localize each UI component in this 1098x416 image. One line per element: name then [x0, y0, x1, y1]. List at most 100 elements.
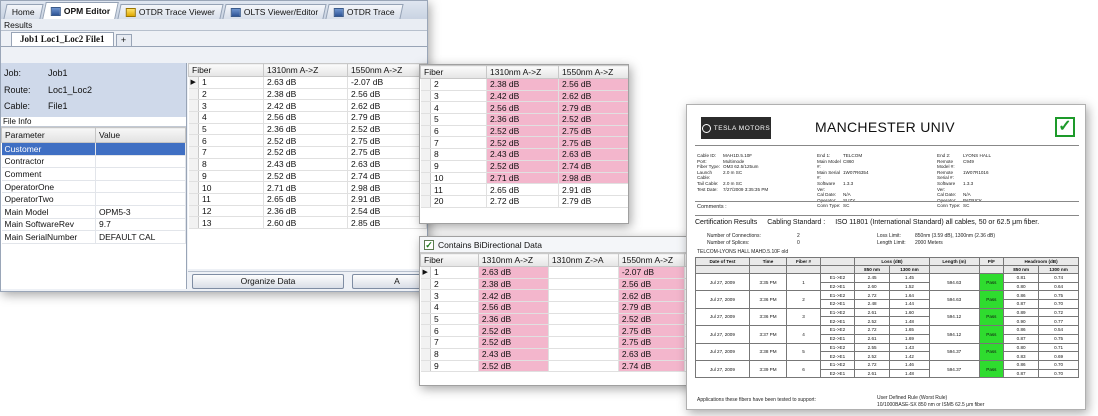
loss-1550-az[interactable]: 2.75 dB — [618, 324, 685, 338]
fiber-row[interactable]: ▶ 1 2.63 dB -2.07 dB — [188, 76, 427, 89]
row-selector[interactable] — [188, 134, 199, 148]
fiber-row[interactable]: 5 2.36 dB 2.52 dB — [420, 313, 700, 326]
loss-1550[interactable]: -2.07 dB — [347, 76, 427, 89]
fiber-row[interactable]: 8 2.43 dB 2.63 dB — [420, 348, 700, 361]
parameter-row[interactable]: Main SerialNumber DEFAULT CAL — [1, 230, 186, 244]
col-1550-az-header[interactable]: 1550nm A->Z — [617, 253, 685, 267]
fiber-row[interactable]: 9 2.52 dB 2.74 dB — [420, 160, 628, 173]
loss-1310[interactable]: 2.52 dB — [263, 170, 349, 183]
loss-1310[interactable]: 2.52 dB — [486, 160, 560, 173]
fiber-row[interactable]: 4 2.56 dB 2.79 dB — [420, 101, 628, 115]
secondary-button[interactable]: A — [352, 274, 427, 289]
col-1550-header[interactable]: 1550nm A->Z — [347, 63, 427, 77]
row-selector[interactable] — [188, 158, 199, 171]
fiber-row[interactable]: 3 2.42 dB 2.62 dB — [420, 90, 628, 103]
row-selector[interactable] — [420, 278, 431, 291]
parameter-row[interactable]: OperatorOne — [1, 180, 186, 194]
loss-1550-az[interactable]: 2.75 dB — [618, 336, 685, 349]
loss-1550[interactable]: 2.75 dB — [347, 146, 427, 159]
parameter-value[interactable]: DEFAULT CAL — [95, 230, 186, 244]
loss-1550[interactable]: 2.56 dB — [347, 88, 427, 101]
tab-opm-editor[interactable]: OPM Editor — [41, 2, 119, 19]
fiber-row[interactable]: 6 2.52 dB 2.75 dB — [420, 125, 628, 138]
parameter-row[interactable]: Main Model OPM5-3 — [1, 205, 186, 219]
results-menu[interactable]: Results — [1, 19, 427, 31]
loss-1550-az[interactable]: 2.56 dB — [618, 278, 685, 291]
loss-1550[interactable]: 2.56 dB — [558, 78, 628, 91]
loss-1310[interactable]: 2.38 dB — [263, 88, 349, 101]
row-selector[interactable] — [188, 170, 199, 183]
row-selector[interactable] — [420, 324, 431, 338]
col-1550-header[interactable]: 1550nm A->Z — [558, 65, 628, 79]
parameter-value[interactable]: 9.7 — [95, 218, 186, 232]
parameter-row[interactable]: Contractor — [1, 155, 186, 169]
loss-1310[interactable]: 2.56 dB — [263, 111, 349, 124]
loss-1310-az[interactable]: 2.52 dB — [478, 360, 549, 373]
row-selector[interactable] — [420, 348, 431, 361]
value-header[interactable]: Value — [95, 127, 186, 143]
parameter-value[interactable]: OPM5-3 — [95, 205, 186, 219]
loss-1310[interactable]: 2.52 dB — [486, 125, 560, 138]
row-selector[interactable] — [420, 301, 431, 314]
loss-1310-az[interactable]: 2.52 dB — [478, 336, 549, 349]
row-selector[interactable] — [420, 172, 431, 185]
loss-1550[interactable]: 2.91 dB — [558, 183, 628, 196]
row-selector[interactable] — [420, 183, 431, 196]
parameter-row[interactable]: Main SoftwareRev 9.7 — [1, 218, 186, 232]
loss-1550-az[interactable]: 2.52 dB — [618, 313, 685, 326]
row-selector[interactable] — [188, 216, 199, 229]
col-1310-header[interactable]: 1310nm A->Z — [263, 63, 349, 77]
fiber-row[interactable]: 5 2.36 dB 2.52 dB — [420, 113, 628, 126]
loss-1310-az[interactable]: 2.63 dB — [478, 266, 549, 279]
loss-1550[interactable]: 2.79 dB — [558, 195, 628, 208]
loss-1310[interactable]: 2.42 dB — [263, 99, 349, 113]
loss-1550[interactable]: 2.74 dB — [558, 160, 628, 173]
loss-1550-az[interactable]: 2.62 dB — [618, 289, 685, 303]
loss-1550-az[interactable]: 2.79 dB — [618, 301, 685, 314]
fiber-row[interactable]: 11 2.65 dB 2.91 dB — [420, 183, 628, 196]
loss-1310[interactable]: 2.71 dB — [486, 172, 560, 185]
headroom-header[interactable]: Headroom (dB) — [1003, 257, 1079, 266]
tab-olts-viewer-editor[interactable]: OLTS Viewer/Editor — [222, 4, 327, 19]
col-1310-header[interactable]: 1310nm A->Z — [486, 65, 560, 79]
loss-1310-az[interactable]: 2.52 dB — [478, 324, 549, 338]
bidirectional-checkbox[interactable]: ✓ — [424, 239, 434, 250]
row-selector[interactable] — [188, 111, 199, 124]
loss-1310-za[interactable] — [548, 301, 619, 314]
tab-otdr-trace-viewer[interactable]: OTDR Trace Viewer — [117, 4, 224, 19]
row-selector[interactable] — [420, 289, 431, 303]
row-selector[interactable]: ▶ — [188, 76, 199, 89]
row-selector[interactable] — [420, 360, 431, 373]
loss-1550[interactable]: 2.79 dB — [558, 101, 628, 115]
parameter-row[interactable]: Customer — [1, 142, 186, 156]
loss-1310[interactable]: 2.36 dB — [263, 205, 349, 218]
loss-1550[interactable]: 2.62 dB — [558, 90, 628, 103]
loss-1550[interactable]: 2.74 dB — [347, 170, 427, 183]
parameter-value[interactable] — [95, 192, 186, 206]
pf-header[interactable]: P/F — [978, 257, 1005, 266]
loss-1550[interactable]: 2.85 dB — [347, 216, 427, 229]
fiber-row[interactable]: 9 2.52 dB 2.74 dB — [420, 360, 700, 373]
fiber-row[interactable]: 9 2.52 dB 2.74 dB — [188, 170, 427, 183]
row-selector[interactable] — [420, 125, 431, 138]
col-1310-za-header[interactable]: 1310nm Z->A — [547, 253, 619, 267]
fiber-row[interactable]: 11 2.65 dB 2.91 dB — [188, 193, 427, 206]
row-selector[interactable] — [188, 146, 199, 159]
row-selector[interactable] — [188, 88, 199, 101]
row-selector[interactable] — [420, 113, 431, 126]
fiber-row[interactable]: 10 2.71 dB 2.98 dB — [188, 181, 427, 194]
loss-1550[interactable]: 2.62 dB — [347, 99, 427, 113]
row-selector[interactable] — [188, 193, 199, 206]
loss-1550-az[interactable]: 2.63 dB — [618, 348, 685, 361]
fiber-row[interactable]: 3 2.42 dB 2.62 dB — [188, 99, 427, 113]
row-selector[interactable] — [188, 181, 199, 194]
loss-1310[interactable]: 2.63 dB — [263, 76, 349, 89]
loss-1550[interactable]: 2.75 dB — [558, 136, 628, 150]
loss-header[interactable]: Loss (dB) — [854, 257, 930, 266]
fiber-row[interactable]: 6 2.52 dB 2.75 dB — [188, 134, 427, 148]
loss-1310-az[interactable]: 2.42 dB — [478, 289, 549, 303]
loss-1550[interactable]: 2.98 dB — [347, 181, 427, 194]
loss-1310-za[interactable] — [548, 313, 619, 326]
loss-1310[interactable]: 2.72 dB — [486, 195, 560, 208]
organize-data-button[interactable]: Organize Data — [192, 274, 344, 289]
